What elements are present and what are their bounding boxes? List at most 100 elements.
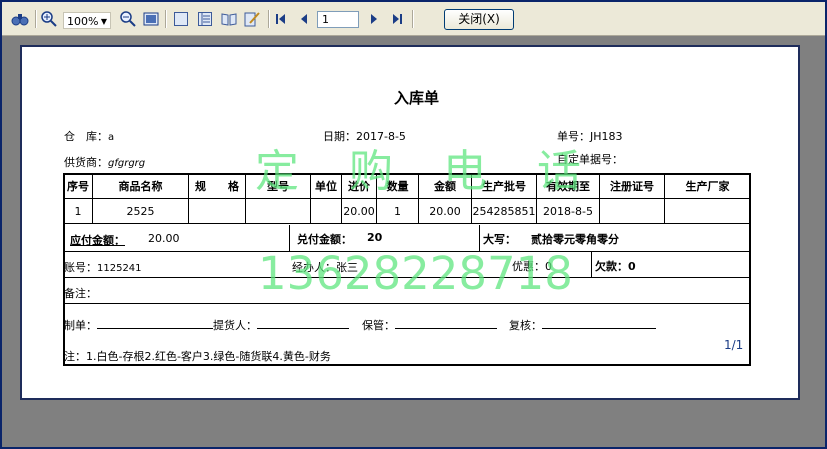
- items-table: 序号 商品名称 规 格 型号 单位 进价 数量 金额 生产批号 有效期至 注册证…: [63, 173, 751, 224]
- table-cell: [245, 198, 311, 224]
- table-cell: [310, 198, 342, 224]
- divider: [479, 225, 480, 251]
- paid-label: 兑付金额：: [297, 233, 352, 246]
- table-cell: [599, 198, 665, 224]
- book-icon[interactable]: [220, 9, 238, 29]
- column-header: 进价: [341, 173, 377, 199]
- table-cell: 20.00: [418, 198, 472, 224]
- column-header: 注册证号: [599, 173, 665, 199]
- table-cell: [188, 198, 246, 224]
- reviewer-field: 复核：: [509, 317, 656, 333]
- previous-page-icon[interactable]: [297, 9, 311, 29]
- table-cell: 1: [376, 198, 419, 224]
- column-header: 单位: [310, 173, 342, 199]
- picker-label: 提货人：: [213, 319, 257, 332]
- report-canvas[interactable]: 入库单 仓 库：a 日期：2017-8-5 单号：JH183 供货商：gfgrg…: [6, 39, 821, 408]
- account-value: 1125241: [97, 263, 142, 274]
- table-cell: 1: [63, 198, 93, 224]
- column-header: 金额: [418, 173, 472, 199]
- handler-label: 经办人：: [292, 261, 336, 274]
- account-field: 账号：1125241: [64, 259, 142, 275]
- discount-field: 优惠：0: [512, 258, 552, 274]
- warehouse-field: 仓 库：a: [64, 128, 114, 144]
- table-row: 1 2525 20.00 1 20.00 254285851 2018-8-5: [63, 198, 751, 224]
- maker-label: 制单：: [64, 319, 97, 332]
- supplier-label: 供货商：: [64, 156, 108, 169]
- date-label: 日期：: [323, 130, 356, 143]
- column-header: 型号: [245, 173, 311, 199]
- divider: [591, 252, 592, 277]
- multi-page-icon[interactable]: [196, 9, 214, 29]
- date-value: 2017-8-5: [356, 130, 406, 143]
- zoom-select[interactable]: 100% ▼: [63, 12, 111, 29]
- capital-value: 贰拾零元零角零分: [531, 233, 619, 246]
- supplier-field: 供货商：gfgrgrg: [64, 154, 145, 170]
- table-cell: [664, 198, 751, 224]
- warehouse-value: a: [108, 132, 115, 143]
- table-cell: 2018-8-5: [536, 198, 600, 224]
- payable-label: 应付金额：: [70, 234, 125, 247]
- discount-label: 优惠：: [512, 260, 545, 273]
- debt-value: 0: [628, 260, 636, 273]
- picker-field: 提货人：: [213, 317, 349, 333]
- last-page-icon[interactable]: [390, 9, 404, 29]
- debt-field: 欠款：0: [595, 258, 636, 274]
- payable-value: 20.00: [148, 232, 180, 245]
- page-number-input[interactable]: 1: [317, 11, 359, 28]
- table-header-row: 序号 商品名称 规 格 型号 单位 进价 数量 金额 生产批号 有效期至 注册证…: [63, 173, 751, 199]
- next-page-icon[interactable]: [367, 9, 381, 29]
- keeper-field: 保管：: [362, 317, 497, 333]
- table-cell: 2525: [92, 198, 189, 224]
- copy-note: 注：1.白色-存根2.红色-客户3.绿色-随货联4.黄色-财务: [64, 350, 331, 363]
- remark-row: 备注：: [63, 278, 751, 304]
- column-header: 有效期至: [536, 173, 600, 199]
- handler-field: 经办人：张三: [292, 259, 358, 275]
- zoom-value: 100%: [67, 15, 99, 28]
- zoom-out-icon[interactable]: [119, 9, 137, 29]
- report-page: 入库单 仓 库：a 日期：2017-8-5 单号：JH183 供货商：gfgrg…: [20, 45, 800, 400]
- warehouse-label: 仓 库：: [64, 130, 108, 143]
- reviewer-label: 复核：: [509, 319, 542, 332]
- signature-line: [257, 318, 349, 329]
- order-number-value: JH183: [590, 130, 623, 143]
- order-number-label: 单号：: [557, 130, 590, 143]
- first-page-icon[interactable]: [274, 9, 288, 29]
- close-button[interactable]: 关闭(X): [444, 9, 514, 30]
- debt-label: 欠款：: [595, 260, 628, 273]
- toolbar-separator: [165, 10, 167, 28]
- column-header: 商品名称: [92, 173, 189, 199]
- account-label: 账号：: [64, 261, 97, 274]
- page-indicator: 1/1: [724, 338, 744, 352]
- supplier-value: gfgrgrg: [108, 158, 146, 169]
- date-field: 日期：2017-8-5: [323, 128, 406, 144]
- discount-value: 0: [545, 260, 552, 273]
- payment-row: 应付金额： 20.00 兑付金额： 20 大写： 贰拾零元零角零分: [63, 225, 751, 252]
- toolbar: 100% ▼ 1 关闭(X): [2, 2, 825, 36]
- chevron-down-icon: ▼: [100, 17, 107, 26]
- keeper-label: 保管：: [362, 319, 395, 332]
- single-page-icon[interactable]: [172, 9, 190, 29]
- edit-icon[interactable]: [243, 9, 261, 29]
- account-row: 账号：1125241 经办人：张三 优惠：0 欠款：0: [63, 252, 751, 278]
- handler-value: 张三: [336, 261, 358, 274]
- full-screen-icon[interactable]: [142, 9, 160, 29]
- column-header: 规 格: [188, 173, 246, 199]
- maker-field: 制单：: [64, 317, 213, 333]
- capital-label: 大写：: [483, 233, 516, 246]
- table-cell: 20.00: [341, 198, 377, 224]
- toolbar-separator: [412, 10, 414, 28]
- signature-line: [97, 318, 213, 329]
- signature-line: [542, 318, 656, 329]
- column-header: 生产批号: [471, 173, 537, 199]
- find-icon[interactable]: [10, 9, 30, 29]
- order-number-field: 单号：JH183: [557, 128, 623, 144]
- report-title: 入库单: [394, 89, 440, 107]
- divider: [289, 225, 290, 251]
- remark-label: 备注：: [64, 287, 97, 300]
- column-header: 序号: [63, 173, 93, 199]
- report-viewer-window: 100% ▼ 1 关闭(X) 入库单 仓 库：a 日期：2017-8-5 单号：…: [0, 0, 827, 449]
- signature-row: 制单： 提货人： 保管： 复核： 注：1.白色-存根2.红色-客户3.绿色-随货…: [63, 304, 751, 366]
- zoom-in-icon[interactable]: [40, 9, 58, 29]
- column-header: 生产厂家: [664, 173, 751, 199]
- table-cell: 254285851: [471, 198, 537, 224]
